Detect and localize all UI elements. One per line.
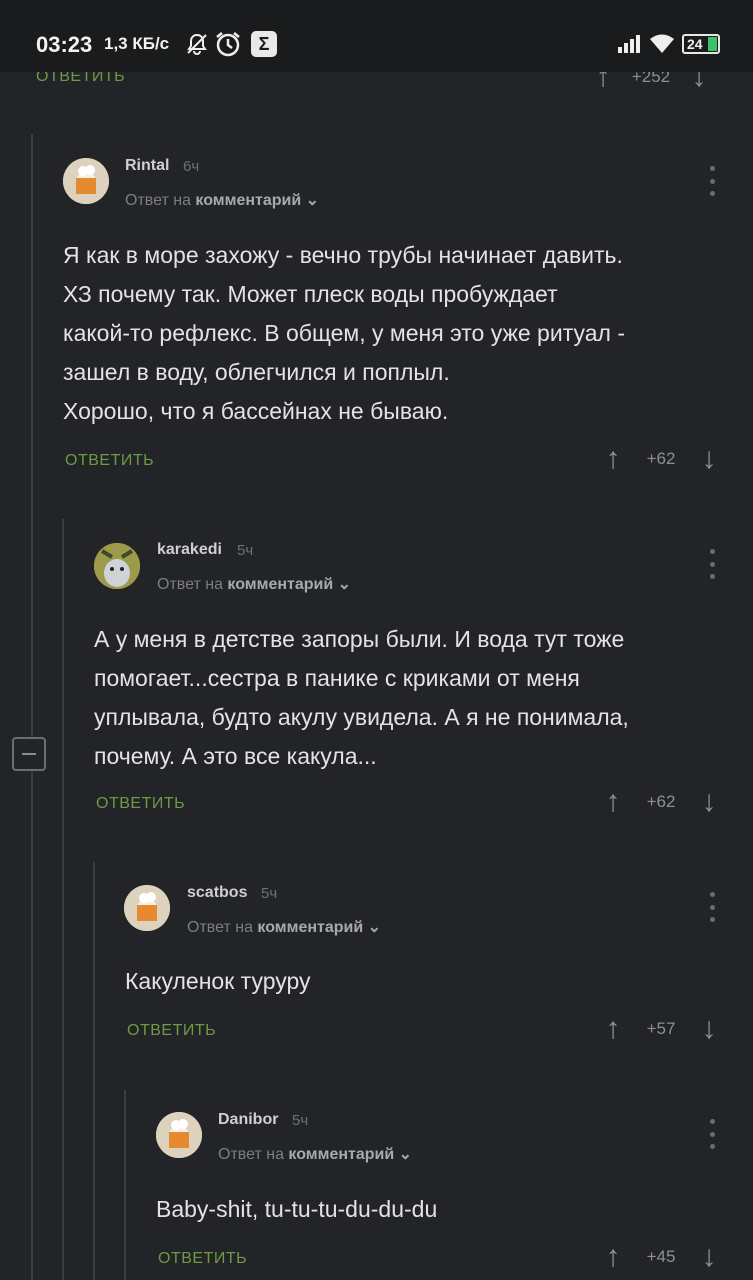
comment-time: 5ч [261, 885, 278, 902]
battery-icon: 24 [682, 34, 720, 54]
collapse-thread-button[interactable] [12, 737, 46, 771]
thread-line[interactable] [62, 519, 64, 1280]
upvote-icon[interactable]: ↑ [598, 787, 628, 817]
wifi-icon [648, 30, 676, 58]
more-options-icon[interactable] [706, 166, 718, 196]
avatar[interactable] [94, 543, 140, 589]
thread-line[interactable] [124, 1090, 126, 1280]
comment-author[interactable]: karakedi [157, 541, 222, 559]
reply-to-link[interactable]: Ответ на комментарий ⌄ [125, 190, 319, 210]
comment-body: Я как в море захожу - вечно трубы начина… [63, 242, 625, 424]
comment-time: 5ч [237, 542, 254, 559]
reply-button[interactable]: ОТВЕТИТЬ [96, 795, 185, 813]
avatar[interactable] [63, 158, 109, 204]
notifications-off-icon [184, 30, 210, 58]
reply-button[interactable]: ОТВЕТИТЬ [65, 452, 154, 470]
comment-body: Какуленок туруру [125, 968, 311, 994]
avatar[interactable] [124, 885, 170, 931]
reply-to-link[interactable]: Ответ на комментарий ⌄ [157, 574, 351, 594]
reply-button[interactable]: ОТВЕТИТЬ [127, 1022, 216, 1040]
more-options-icon[interactable] [706, 892, 718, 922]
upvote-icon[interactable]: ↑ [598, 444, 628, 474]
downvote-icon[interactable]: ↓ [694, 787, 724, 817]
thread-line[interactable] [93, 862, 95, 1280]
comment-author[interactable]: Rintal [125, 157, 169, 175]
battery-level: 24 [687, 36, 703, 52]
downvote-icon[interactable]: ↓ [694, 1014, 724, 1044]
downvote-icon[interactable]: ↓ [694, 1242, 724, 1272]
vote-count: +45 [646, 1247, 676, 1266]
network-speed: 1,3 КБ/с [104, 34, 170, 53]
upvote-icon[interactable]: ↑ [598, 1014, 628, 1044]
comment-time: 6ч [183, 158, 200, 175]
downvote-icon[interactable]: ↓ [694, 444, 724, 474]
comment-author[interactable]: Danibor [218, 1111, 278, 1129]
thread-line[interactable] [31, 134, 33, 1280]
status-time: 03:23 [36, 32, 93, 57]
upvote-icon[interactable]: ↑ [598, 1242, 628, 1272]
reply-to-link[interactable]: Ответ на комментарий ⌄ [218, 1144, 412, 1164]
status-bar: 03:23 1,3 КБ/с Σ 24 [0, 0, 753, 72]
comment-body: А у меня в детстве запоры были. И вода т… [94, 626, 629, 769]
vote-count: +57 [646, 1019, 676, 1038]
comment-body: Baby-shit, tu-tu-tu-du-du-du [156, 1196, 438, 1222]
reply-button[interactable]: ОТВЕТИТЬ [158, 1250, 247, 1268]
avatar[interactable] [156, 1112, 202, 1158]
more-options-icon[interactable] [706, 549, 718, 579]
comment-time: 5ч [292, 1112, 309, 1129]
signal-icon [616, 30, 642, 58]
vote-count: +62 [646, 449, 676, 468]
alarm-icon [214, 30, 242, 58]
comment-author[interactable]: scatbos [187, 884, 247, 902]
sigma-icon: Σ [251, 30, 277, 58]
reply-to-link[interactable]: Ответ на комментарий ⌄ [187, 917, 381, 937]
vote-count: +62 [646, 792, 676, 811]
more-options-icon[interactable] [706, 1119, 718, 1149]
